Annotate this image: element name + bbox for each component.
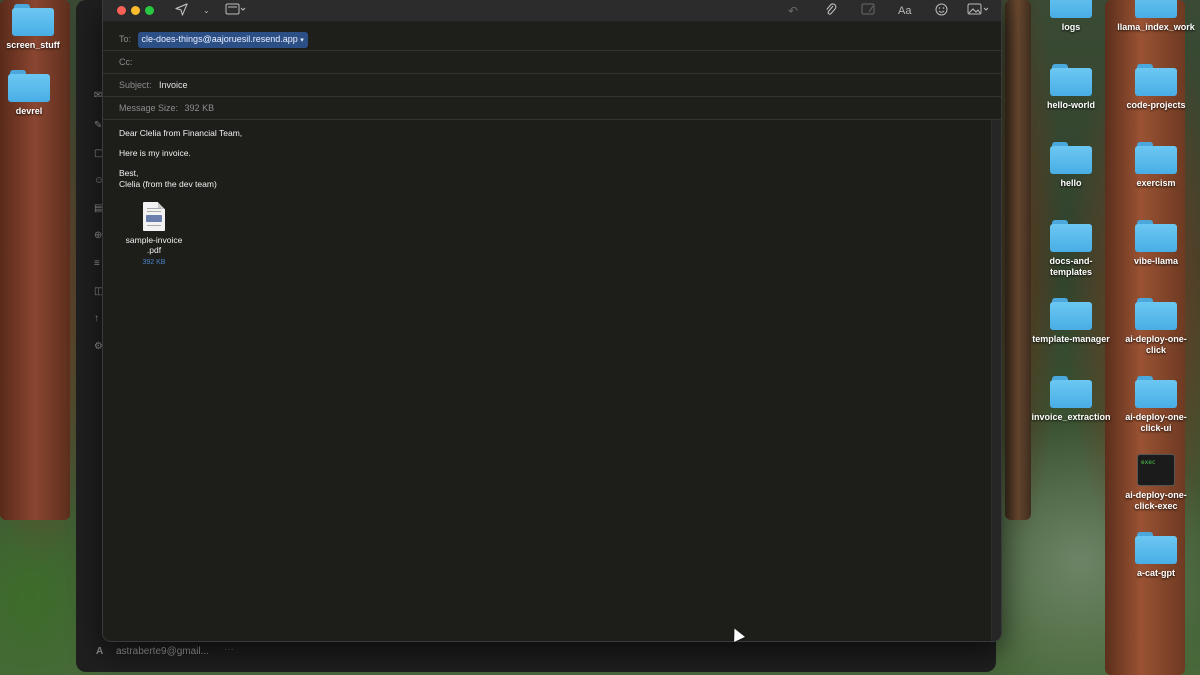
desktop-folder-vibe-llama[interactable]: vibe-llama xyxy=(1111,220,1200,267)
subject-label: Subject: xyxy=(119,80,152,90)
desktop-icon-label: ai-deploy-one-click-exec xyxy=(1125,490,1187,511)
attachment-extension: .pdf xyxy=(146,245,162,255)
desktop-icon-label: exercism xyxy=(1136,178,1176,188)
send-icon[interactable] xyxy=(175,3,188,20)
exec-file-icon: exec xyxy=(1137,454,1175,486)
folder-icon xyxy=(1135,220,1177,252)
cc-label: Cc: xyxy=(119,57,133,67)
account-initial: A xyxy=(96,646,104,657)
desktop-icon-label: ai-deploy-one-click xyxy=(1125,334,1187,355)
to-field[interactable]: To: cle-does-things@aajoruesil.resend.ap… xyxy=(103,28,1001,51)
header-fields-icon[interactable] xyxy=(225,3,247,19)
compose-window: ⌄ ↶ Aa To: cle-does-things@aajoruesil.re… xyxy=(102,0,1002,642)
close-button[interactable] xyxy=(117,6,126,15)
signoff-line: Best, xyxy=(119,168,139,178)
upload-icon[interactable]: ↑ xyxy=(94,313,99,324)
desktop-icon-label: screen_stuff xyxy=(6,40,60,50)
desktop-icon-label: llama_index_work xyxy=(1117,22,1195,32)
folder-icon xyxy=(1135,64,1177,96)
folder-icon xyxy=(1135,0,1177,18)
folder-icon xyxy=(1050,376,1092,408)
desktop-icon-label: template-manager xyxy=(1032,334,1110,344)
desktop-icon-label: docs-and-templates xyxy=(1049,256,1093,277)
folder-icon xyxy=(1050,298,1092,330)
message-body[interactable]: Dear Clelia from Financial Team, Here is… xyxy=(103,120,993,641)
desktop-icon-label: ai-deploy-one-click-ui xyxy=(1125,412,1187,433)
minimize-button[interactable] xyxy=(131,6,140,15)
desktop-folder-a-cat-gpt[interactable]: a-cat-gpt xyxy=(1111,532,1200,579)
desktop-folder-ai-deploy-one-click-ui[interactable]: ai-deploy-one-click-ui xyxy=(1111,376,1200,434)
greeting-line: Dear Clelia from Financial Team, xyxy=(119,128,243,138)
emoji-icon[interactable] xyxy=(935,3,948,20)
to-label: To: xyxy=(119,34,132,44)
message-size-row: Message Size: 392 KB xyxy=(103,97,1001,120)
desktop-folder-ai-deploy-one-click[interactable]: ai-deploy-one-click xyxy=(1111,298,1200,356)
desktop-folder-docs-and-templates[interactable]: docs-and-templates xyxy=(1026,220,1116,278)
desktop-icon-label: invoice_extraction xyxy=(1031,412,1111,422)
folder-icon xyxy=(8,70,50,102)
list-icon[interactable]: ≡ xyxy=(94,258,100,269)
photo-browser-icon[interactable] xyxy=(967,3,991,19)
desktop-icon-label: hello-world xyxy=(1047,100,1095,110)
vertical-scrollbar[interactable] xyxy=(991,120,1001,641)
desktop-file-ai-deploy-one-click-exec[interactable]: exec ai-deploy-one-click-exec xyxy=(1111,454,1200,512)
folder-icon xyxy=(1135,142,1177,174)
message-size-label: Message Size: xyxy=(119,103,179,113)
message-size-value: 392 KB xyxy=(184,103,215,113)
desktop-folder-template-manager[interactable]: template-manager xyxy=(1026,298,1116,345)
body-line: Here is my invoice. xyxy=(119,148,191,158)
desktop-folder-hello[interactable]: hello xyxy=(1026,142,1116,189)
subject-field[interactable]: Subject: Invoice xyxy=(103,74,1001,97)
desktop-icon-label: vibe-llama xyxy=(1133,256,1179,266)
subject-value: Invoice xyxy=(159,80,188,90)
attachment-size: 392 KB xyxy=(142,259,166,266)
folder-icon xyxy=(1135,376,1177,408)
desktop-folder-exercism[interactable]: exercism xyxy=(1111,142,1200,189)
attachment-name: sample-invoice xyxy=(125,235,183,245)
desktop-folder-logs[interactable]: logs xyxy=(1026,0,1116,33)
mail-sidebar: ✉ ✎ ▢ ☺ ▤ ⊕ ≡ ◫ ↑ ⚙ xyxy=(76,0,104,640)
format-fonts-button[interactable]: Aa xyxy=(898,3,911,19)
folder-icon xyxy=(1050,142,1092,174)
account-email: astraberte9@gmail... xyxy=(116,646,209,657)
recipient-address: cle-does-things@aajoruesil.resend.app xyxy=(141,34,298,44)
markup-icon[interactable] xyxy=(861,3,875,19)
compose-toolbar: ⌄ ↶ Aa xyxy=(103,0,1001,22)
desktop-folder-devrel[interactable]: devrel xyxy=(0,70,74,117)
cc-field[interactable]: Cc: xyxy=(103,51,1001,74)
desktop-icon-label: hello xyxy=(1060,178,1082,188)
attachment-sample-invoice[interactable]: sample-invoice .pdf 392 KB xyxy=(119,202,189,268)
folder-icon xyxy=(1050,0,1092,18)
zoom-button[interactable] xyxy=(145,6,154,15)
folder-icon xyxy=(12,4,54,36)
chevron-down-icon[interactable]: ⌄ xyxy=(203,3,210,19)
desktop-folder-hello-world[interactable]: hello-world xyxy=(1026,64,1116,111)
pdf-file-icon xyxy=(143,202,165,231)
paperclip-icon[interactable] xyxy=(825,3,837,21)
desktop-icon-label: devrel xyxy=(15,106,43,116)
desktop-folder-screen-stuff[interactable]: screen_stuff xyxy=(0,4,78,51)
desktop-icon-label: logs xyxy=(1061,22,1081,32)
recipient-token[interactable]: cle-does-things@aajoruesil.resend.app ▾ xyxy=(137,32,308,48)
signature-line: Clelia (from the dev team) xyxy=(119,179,217,189)
folder-icon xyxy=(1050,220,1092,252)
desktop-icon-label: code-projects xyxy=(1126,100,1186,110)
chevron-down-icon: ▾ xyxy=(300,37,304,44)
folder-icon xyxy=(1135,298,1177,330)
more-icon[interactable]: ··· xyxy=(224,644,234,655)
desktop-icon-label: a-cat-gpt xyxy=(1137,568,1175,578)
desktop-folder-code-projects[interactable]: code-projects xyxy=(1111,64,1200,111)
folder-icon xyxy=(1135,532,1177,564)
folder-icon xyxy=(1050,64,1092,96)
desktop-folder-invoice-extraction[interactable]: invoice_extraction xyxy=(1026,376,1116,423)
reply-icon[interactable]: ↶ xyxy=(788,3,798,19)
desktop-folder-llama-index-work[interactable]: llama_index_work xyxy=(1111,0,1200,33)
